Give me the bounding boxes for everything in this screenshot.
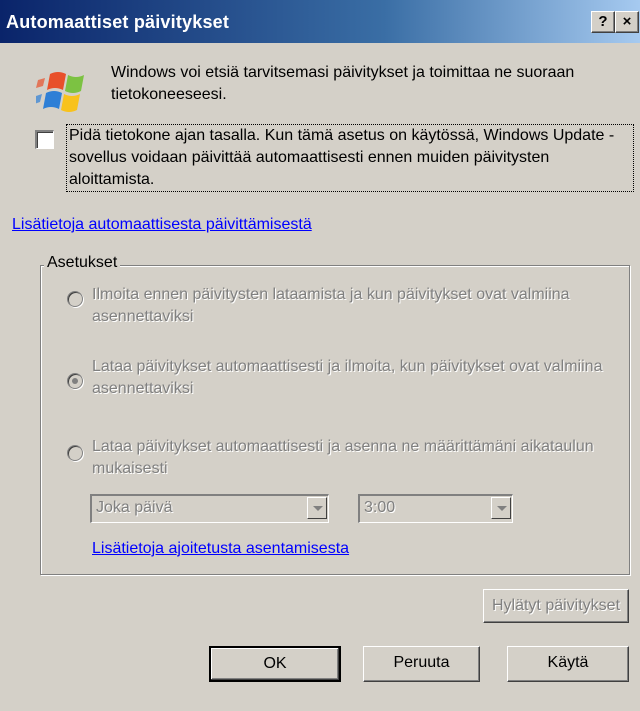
ok-button[interactable]: OK xyxy=(209,646,341,682)
option-download-label[interactable]: Lataa päivitykset automaattisesti ja ilm… xyxy=(92,356,622,400)
cancel-button[interactable]: Peruuta xyxy=(363,646,480,682)
option-schedule-label[interactable]: Lataa päivitykset automaattisesti ja ase… xyxy=(92,436,622,480)
time-select[interactable]: 3:00 xyxy=(358,494,513,523)
chevron-down-icon[interactable] xyxy=(307,497,327,519)
learn-more-link[interactable]: Lisätietoja automaattisesta päivittämise… xyxy=(12,216,312,234)
option-schedule-radio[interactable] xyxy=(67,445,83,461)
time-select-value: 3:00 xyxy=(364,499,396,516)
title-bar[interactable]: Automaattiset päivitykset ? × xyxy=(0,0,640,43)
apply-button[interactable]: Käytä xyxy=(507,646,629,682)
close-button[interactable]: × xyxy=(615,11,639,33)
keep-updated-label[interactable]: Pidä tietokone ajan tasalla. Kun tämä as… xyxy=(66,124,634,192)
help-button[interactable]: ? xyxy=(591,11,615,33)
keep-updated-checkbox[interactable] xyxy=(35,130,54,149)
chevron-down-icon[interactable] xyxy=(491,497,511,519)
schedule-link[interactable]: Lisätietoja ajoitetusta asentamisesta xyxy=(92,540,349,558)
settings-group-label: Asetukset xyxy=(44,254,121,272)
option-notify-radio[interactable] xyxy=(67,291,83,307)
option-download-radio[interactable] xyxy=(67,373,83,389)
option-notify-label[interactable]: Ilmoita ennen päivitysten lataamista ja … xyxy=(92,284,622,328)
window-title: Automaattiset päivitykset xyxy=(6,12,230,32)
intro-text: Windows voi etsiä tarvitsemasi päivityks… xyxy=(111,64,575,103)
declined-updates-button[interactable]: Hylätyt päivitykset xyxy=(483,589,629,623)
windows-logo-icon xyxy=(36,72,84,112)
day-select[interactable]: Joka päivä xyxy=(90,494,329,523)
day-select-value: Joka päivä xyxy=(96,499,173,516)
